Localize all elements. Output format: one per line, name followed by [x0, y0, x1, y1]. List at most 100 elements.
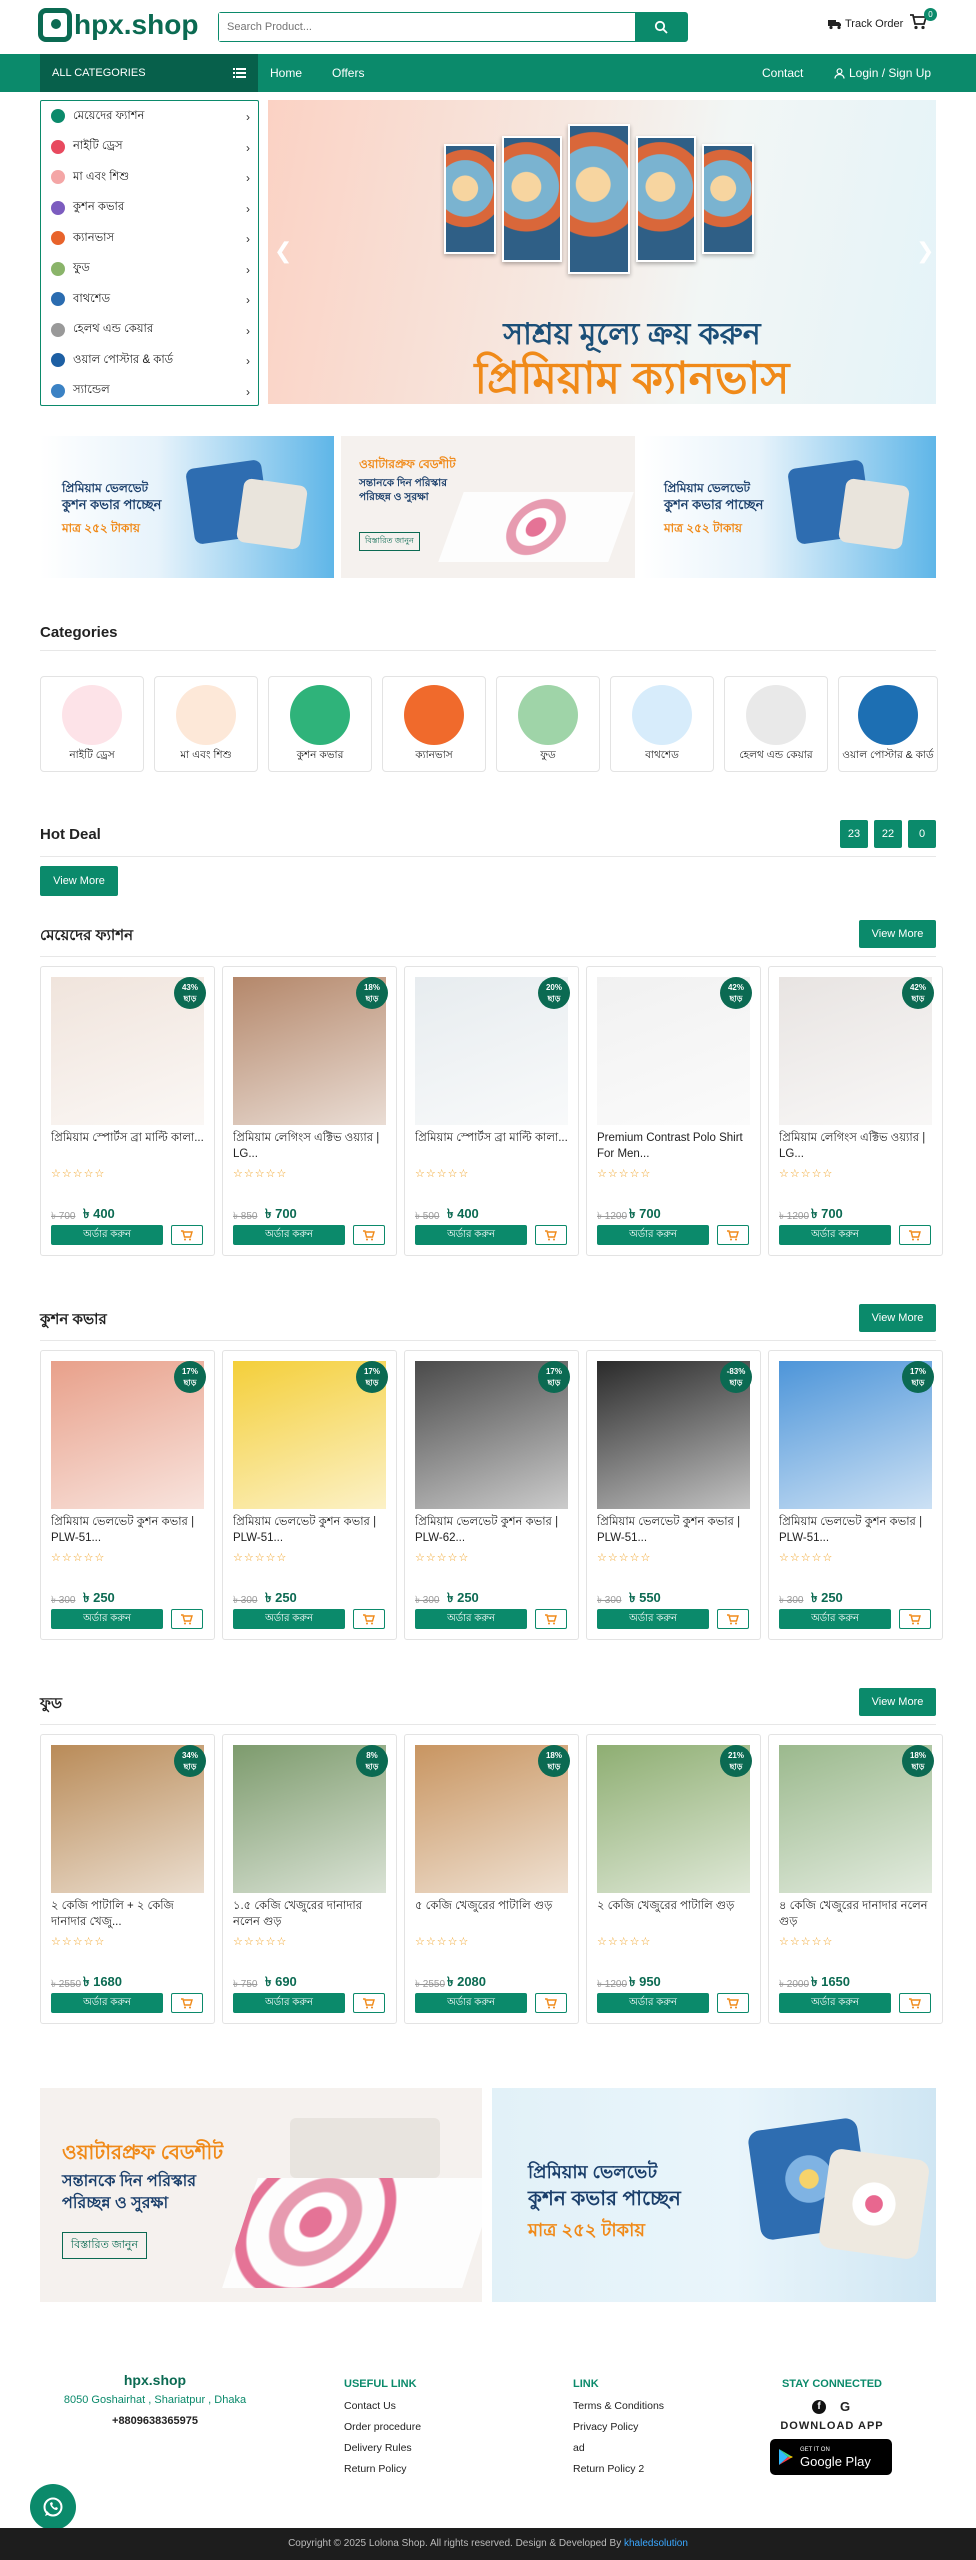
product-card[interactable]: 42% ছাড় প্রিমিয়াম লেগিংস এক্টিভ ওয়্যার …: [768, 966, 943, 1256]
sidebar-item[interactable]: স্যান্ডেল ›: [41, 376, 258, 407]
promo-details-button[interactable]: বিস্তারিত জানুন: [359, 532, 420, 551]
order-button[interactable]: অর্ডার করুন: [597, 1225, 709, 1245]
track-order-link[interactable]: Track Order: [828, 18, 903, 30]
sidebar-item[interactable]: ফুড ›: [41, 254, 258, 285]
promo-banner-cushion[interactable]: প্রিমিয়াম ভেলভেট কুশন কভার পাচ্ছেন মাত্…: [40, 436, 334, 578]
product-name[interactable]: Premium Contrast Polo Shirt For Men...: [597, 1130, 752, 1164]
nav-home-link[interactable]: Home: [270, 66, 302, 80]
bottom-banner-cushion[interactable]: প্রিমিয়াম ভেলভেট কুশন কভার পাচ্ছেন মাত্…: [492, 2088, 936, 2302]
footer-link-ad[interactable]: ad: [573, 2442, 664, 2454]
footer-logo[interactable]: hpx.shop: [40, 2372, 270, 2388]
order-button[interactable]: অর্ডার করুন: [233, 1225, 345, 1245]
product-name[interactable]: প্রিমিয়াম লেগিংস এক্টিভ ওয়্যার | LG...: [779, 1130, 934, 1164]
add-to-cart-button[interactable]: [717, 1225, 749, 1245]
product-name[interactable]: ২ কেজি পাটালি + ২ কেজি দানাদার খেজু...: [51, 1898, 206, 1932]
order-button[interactable]: অর্ডার করুন: [51, 1225, 163, 1245]
product-name[interactable]: প্রিমিয়াম ভেলভেট কুশন কভার | PLW-62...: [415, 1514, 570, 1548]
view-more-button[interactable]: View More: [859, 920, 936, 948]
developer-link[interactable]: khaledsolution: [624, 2538, 688, 2549]
add-to-cart-button[interactable]: [353, 1993, 385, 2013]
product-name[interactable]: প্রিমিয়াম ভেলভেট কুশন কভার | PLW-51...: [233, 1514, 388, 1548]
banner-details-button[interactable]: বিস্তারিত জানুন: [62, 2232, 148, 2259]
order-button[interactable]: অর্ডার করুন: [779, 1225, 891, 1245]
footer-link-order-procedure[interactable]: Order procedure: [344, 2421, 421, 2433]
login-link[interactable]: Login / Sign Up: [834, 66, 931, 80]
footer-link-return-policy[interactable]: Return Policy: [344, 2463, 421, 2475]
product-name[interactable]: ৪ কেজি খেজুরের দানাদার নলেন গুড়: [779, 1898, 934, 1932]
view-more-button[interactable]: View More: [859, 1304, 936, 1332]
chevron-left-icon[interactable]: ❮: [274, 238, 292, 264]
product-card[interactable]: 17% ছাড় প্রিমিয়াম ভেলভেট কুশন কভার | PLW…: [40, 1350, 215, 1640]
category-card[interactable]: ক্যানভাস: [382, 676, 486, 772]
google-play-badge[interactable]: GET IT ON Google Play: [770, 2439, 892, 2475]
nav-contact-link[interactable]: Contact: [762, 66, 803, 80]
product-card[interactable]: 42% ছাড় Premium Contrast Polo Shirt For M…: [586, 966, 761, 1256]
add-to-cart-button[interactable]: [171, 1993, 203, 2013]
hot-deal-view-more-button[interactable]: View More: [40, 866, 118, 896]
sidebar-item[interactable]: ক্যানভাস ›: [41, 223, 258, 254]
order-button[interactable]: অর্ডার করুন: [233, 1993, 345, 2013]
product-card[interactable]: 18% ছাড় ৪ কেজি খেজুরের দানাদার নলেন গুড় ☆…: [768, 1734, 943, 2024]
product-card[interactable]: 21% ছাড় ২ কেজি খেজুরের পাটালি গুড় ☆☆☆☆☆ ৳ …: [586, 1734, 761, 2024]
google-icon[interactable]: G: [838, 2400, 852, 2414]
add-to-cart-button[interactable]: [535, 1609, 567, 1629]
add-to-cart-button[interactable]: [353, 1225, 385, 1245]
product-card[interactable]: 8% ছাড় ১.৫ কেজি খেজুরের দানাদার নলেন গুড়…: [222, 1734, 397, 2024]
add-to-cart-button[interactable]: [717, 1609, 749, 1629]
sidebar-item[interactable]: কুশন কভার ›: [41, 193, 258, 224]
product-name[interactable]: প্রিমিয়াম লেগিংস এক্টিভ ওয়্যার | LG...: [233, 1130, 388, 1164]
hero-banner[interactable]: সাশ্রয় মূল্যে ক্রয় করুন প্রিমিয়াম ক্য…: [268, 100, 936, 404]
whatsapp-button[interactable]: [30, 2484, 76, 2530]
product-name[interactable]: প্রিমিয়াম স্পোর্টস ব্রা মাল্টি কালা...: [415, 1130, 570, 1164]
order-button[interactable]: অর্ডার করুন: [779, 1609, 891, 1629]
sidebar-item[interactable]: মা এবং শিশু ›: [41, 162, 258, 193]
sidebar-item[interactable]: নাইটি ড্রেস ›: [41, 132, 258, 163]
product-card[interactable]: 20% ছাড় প্রিমিয়াম স্পোর্টস ব্রা মাল্টি ক…: [404, 966, 579, 1256]
product-card[interactable]: 17% ছাড় প্রিমিয়াম ভেলভেট কুশন কভার | PLW…: [222, 1350, 397, 1640]
product-card[interactable]: -83% ছাড় প্রিমিয়াম ভেলভেট কুশন কভার | PL…: [586, 1350, 761, 1640]
order-button[interactable]: অর্ডার করুন: [233, 1609, 345, 1629]
view-more-button[interactable]: View More: [859, 1688, 936, 1716]
product-name[interactable]: ২ কেজি খেজুরের পাটালি গুড়: [597, 1898, 752, 1932]
nav-offers-link[interactable]: Offers: [332, 66, 364, 80]
order-button[interactable]: অর্ডার করুন: [51, 1993, 163, 2013]
category-card[interactable]: মা এবং শিশু: [154, 676, 258, 772]
sidebar-item[interactable]: হেলথ এন্ড কেয়ার ›: [41, 315, 258, 346]
chevron-right-icon[interactable]: ❯: [916, 238, 934, 264]
sidebar-item[interactable]: ওয়াল পোস্টার & কার্ড ›: [41, 345, 258, 376]
all-categories-button[interactable]: ALL CATEGORIES: [40, 54, 258, 92]
add-to-cart-button[interactable]: [535, 1225, 567, 1245]
product-card[interactable]: 17% ছাড় প্রিমিয়াম ভেলভেট কুশন কভার | PLW…: [404, 1350, 579, 1640]
add-to-cart-button[interactable]: [353, 1609, 385, 1629]
order-button[interactable]: অর্ডার করুন: [415, 1609, 527, 1629]
order-button[interactable]: অর্ডার করুন: [415, 1993, 527, 2013]
product-name[interactable]: ১.৫ কেজি খেজুরের দানাদার নলেন গুড়: [233, 1898, 388, 1932]
sidebar-item[interactable]: বাথশেড ›: [41, 284, 258, 315]
product-name[interactable]: প্রিমিয়াম ভেলভেট কুশন কভার | PLW-51...: [779, 1514, 934, 1548]
add-to-cart-button[interactable]: [899, 1609, 931, 1629]
order-button[interactable]: অর্ডার করুন: [415, 1225, 527, 1245]
product-card[interactable]: 34% ছাড় ২ কেজি পাটালি + ২ কেজি দানাদার খে…: [40, 1734, 215, 2024]
add-to-cart-button[interactable]: [899, 1225, 931, 1245]
logo[interactable]: hpx.shop: [38, 8, 198, 42]
product-name[interactable]: প্রিমিয়াম স্পোর্টস ব্রা মাল্টি কালা...: [51, 1130, 206, 1164]
promo-banner-bedsheet[interactable]: ওয়াটারপ্রুফ বেডশীট সন্তানকে দিন পরিস্কা…: [341, 436, 635, 578]
facebook-icon[interactable]: f: [812, 2400, 826, 2414]
add-to-cart-button[interactable]: [899, 1993, 931, 2013]
add-to-cart-button[interactable]: [171, 1609, 203, 1629]
product-card[interactable]: 17% ছাড় প্রিমিয়াম ভেলভেট কুশন কভার | PLW…: [768, 1350, 943, 1640]
product-card[interactable]: 18% ছাড় ৫ কেজি খেজুরের পাটালি গুড় ☆☆☆☆☆ ৳ …: [404, 1734, 579, 2024]
category-card[interactable]: ফুড: [496, 676, 600, 772]
footer-link-terms[interactable]: Terms & Conditions: [573, 2400, 664, 2412]
product-name[interactable]: ৫ কেজি খেজুরের পাটালি গুড়: [415, 1898, 570, 1932]
product-name[interactable]: প্রিমিয়াম ভেলভেট কুশন কভার | PLW-51...: [597, 1514, 752, 1548]
add-to-cart-button[interactable]: [717, 1993, 749, 2013]
order-button[interactable]: অর্ডার করুন: [779, 1993, 891, 2013]
product-card[interactable]: 18% ছাড় প্রিমিয়াম লেগিংস এক্টিভ ওয়্যার …: [222, 966, 397, 1256]
category-card[interactable]: নাইটি ড্রেস: [40, 676, 144, 772]
promo-banner-cushion[interactable]: প্রিমিয়াম ভেলভেট কুশন কভার পাচ্ছেন মাত্…: [642, 436, 936, 578]
order-button[interactable]: অর্ডার করুন: [597, 1993, 709, 2013]
footer-link-privacy[interactable]: Privacy Policy: [573, 2421, 664, 2433]
product-card[interactable]: 43% ছাড় প্রিমিয়াম স্পোর্টস ব্রা মাল্টি ক…: [40, 966, 215, 1256]
product-name[interactable]: প্রিমিয়াম ভেলভেট কুশন কভার | PLW-51...: [51, 1514, 206, 1548]
